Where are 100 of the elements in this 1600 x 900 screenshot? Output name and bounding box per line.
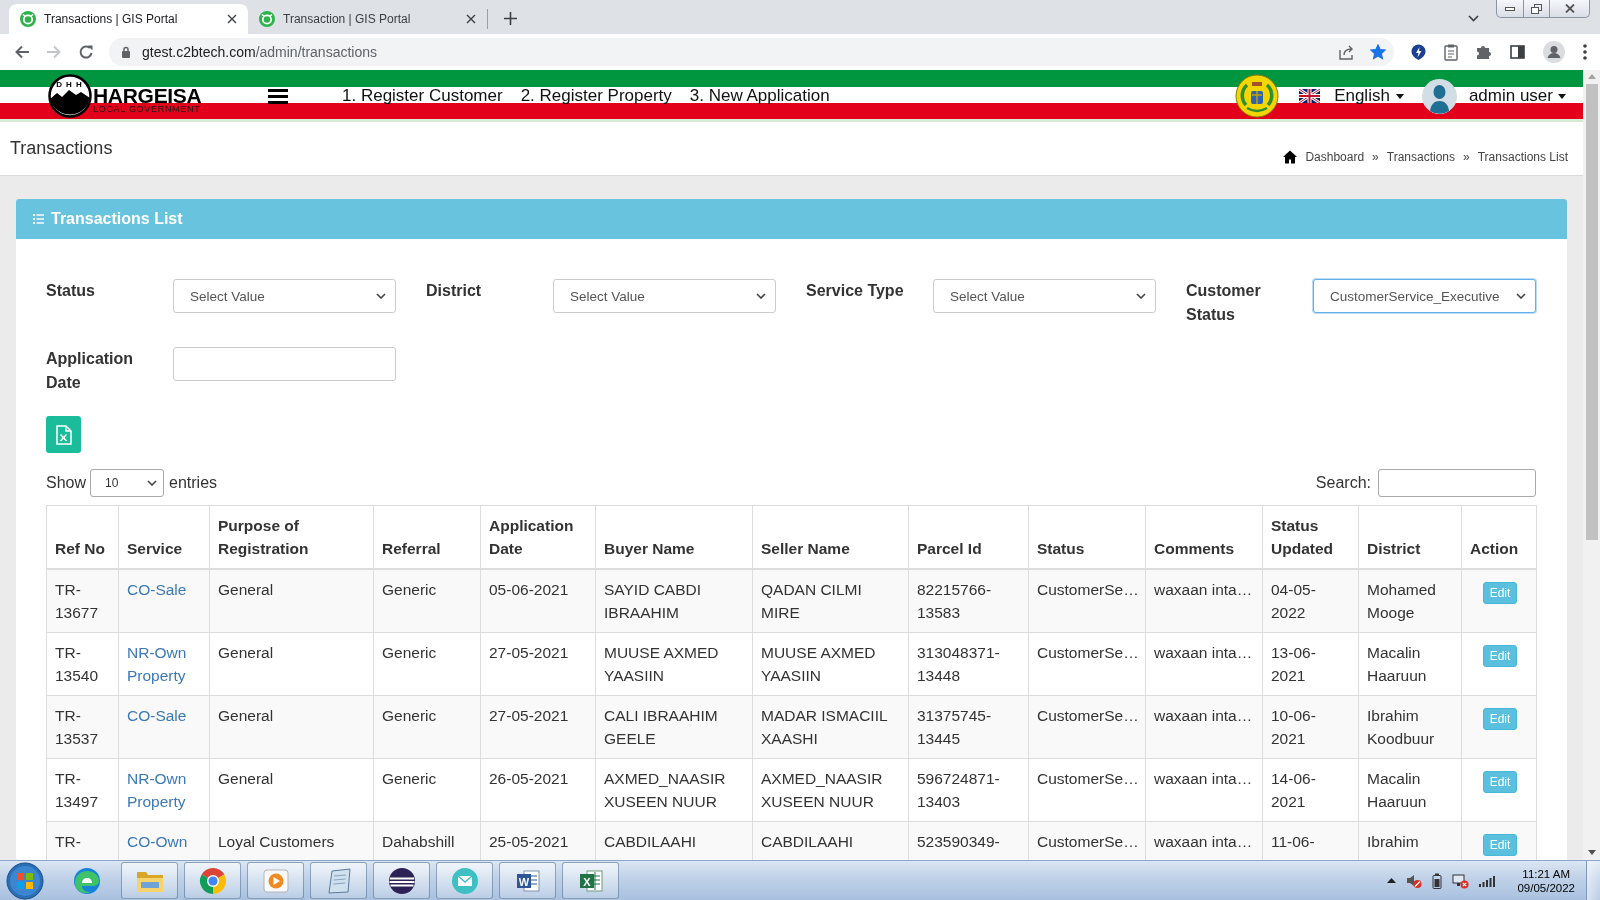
breadcrumb-link[interactable]: Dashboard — [1305, 149, 1365, 165]
star-icon[interactable] — [1370, 44, 1386, 60]
breadcrumb-separator: » — [1372, 149, 1379, 165]
table-cell: CustomerSe… — [1028, 758, 1146, 822]
battery-icon[interactable] — [1432, 872, 1443, 889]
notebook-icon — [325, 867, 352, 894]
scrollbar-thumb[interactable] — [1585, 84, 1598, 540]
browser-tab[interactable]: Transactions | GIS Portal — [9, 4, 248, 34]
chevron-down-icon — [756, 293, 766, 299]
profile-icon[interactable] — [1543, 41, 1565, 63]
table-cell: TR-13677 — [46, 569, 119, 633]
table-cell: 27-05-2021 — [480, 695, 596, 759]
round-logo-icon — [259, 11, 275, 27]
menu-icon[interactable] — [268, 88, 288, 104]
table-cell: CustomerSe… — [1028, 569, 1146, 633]
table-cell: 596724871-13403 — [908, 758, 1029, 822]
table-cell: 82215766-13583 — [908, 569, 1029, 633]
breadcrumb-link[interactable]: Transactions — [1386, 149, 1456, 165]
share-icon[interactable] — [1338, 44, 1354, 60]
table-cell: waxaan inta… — [1145, 695, 1263, 759]
nav-link[interactable]: 3. New Application — [689, 86, 830, 106]
close-icon[interactable] — [227, 14, 237, 24]
caret-icon — [1395, 93, 1404, 99]
scrollbar[interactable] — [1583, 70, 1600, 860]
muted-speaker-icon[interactable] — [1406, 872, 1423, 889]
bolt-icon[interactable] — [1411, 44, 1426, 60]
back-icon[interactable] — [14, 44, 30, 60]
filter-dropdown[interactable]: CustomerService_Executive — [1313, 279, 1536, 313]
show-desktop-button[interactable] — [1586, 861, 1600, 900]
more-icon[interactable] — [1583, 44, 1587, 60]
play-icon — [262, 868, 289, 893]
puzzle-icon[interactable] — [1476, 44, 1492, 60]
table-cell: 14-06-2021 — [1262, 758, 1359, 822]
spreadsheet-icon — [55, 424, 72, 445]
logo-letters: DHH — [56, 79, 86, 89]
page-size-select[interactable]: 10 — [90, 469, 165, 497]
restore-icon — [1531, 3, 1542, 14]
table-cell: 13-06-2021 — [1262, 632, 1359, 696]
table-cell: Generic — [373, 695, 481, 759]
chevron-down-icon[interactable] — [1468, 15, 1479, 22]
current-page-label: Transactions List — [1477, 149, 1568, 165]
filter-dropdown[interactable]: Select Value — [553, 279, 776, 313]
table-cell: CustomerSe… — [1028, 632, 1146, 696]
table-cell: General — [209, 632, 374, 696]
clock-time: 11:21 AM — [1522, 866, 1571, 881]
address-bar[interactable]: gtest.c2btech.com/admin/transactions — [109, 38, 1394, 66]
reload-icon[interactable] — [78, 44, 94, 60]
browser-tab[interactable]: Transaction | GIS Portal — [248, 4, 487, 34]
table-cell: General — [209, 758, 374, 822]
chevron-up-icon[interactable] — [1387, 878, 1397, 883]
nav-link[interactable]: 1. Register Customer — [342, 86, 503, 106]
user-avatar-icon[interactable] — [1421, 78, 1457, 114]
aperture-icon — [198, 866, 227, 895]
taskbar-button[interactable] — [373, 862, 430, 899]
language-dropdown[interactable]: English — [1334, 86, 1404, 106]
filter-label: Service Type — [806, 282, 904, 299]
table-cell: Macalin Haaruun — [1358, 632, 1462, 696]
table-cell: AXMED_NAASIR XUSEEN NUUR — [752, 758, 909, 822]
show-label: Show — [46, 474, 87, 492]
plus-icon[interactable] — [504, 12, 517, 25]
table-cell: MADAR ISMACIIL XAASHI — [752, 695, 909, 759]
table-cell: TR-13537 — [46, 695, 119, 759]
table-cell: AXMED_NAASIR XUSEEN NUUR — [595, 758, 753, 822]
sphere-icon — [387, 866, 416, 895]
table-cell: 05-06-2021 — [480, 569, 596, 633]
table-cell: 10-06-2021 — [1262, 695, 1359, 759]
close-icon — [1564, 4, 1575, 13]
date-field[interactable] — [173, 347, 396, 381]
table-cell: 27-05-2021 — [480, 632, 596, 696]
signal-icon[interactable] — [1479, 874, 1496, 887]
table-cell: Generic — [373, 569, 481, 633]
filter-label: Application Date — [46, 350, 134, 391]
side-panel-icon[interactable] — [1510, 45, 1525, 59]
breadcrumb-separator: » — [1463, 149, 1470, 165]
taskbar-button[interactable]: W — [499, 862, 556, 899]
round-logo-icon — [20, 11, 36, 27]
clock-date: 09/05/2022 — [1517, 880, 1575, 895]
scroll-down-icon[interactable] — [1587, 850, 1596, 855]
table-cell: TR-13540 — [46, 632, 119, 696]
card-title: Transactions List — [51, 210, 183, 228]
filter-dropdown[interactable]: Select Value — [933, 279, 1156, 313]
close-icon[interactable] — [466, 14, 476, 24]
filter-dropdown[interactable]: Select Value — [173, 279, 396, 313]
caret-icon — [1558, 93, 1566, 99]
table-cell: waxaan inta… — [1145, 758, 1263, 822]
chevron-down-icon — [1136, 293, 1146, 299]
home-icon[interactable] — [1283, 150, 1298, 164]
taskbar-button[interactable]: X — [562, 862, 619, 899]
start-button[interactable] — [6, 861, 44, 900]
table-cell: 313048371-13448 — [908, 632, 1029, 696]
network-icon[interactable] — [1452, 872, 1470, 889]
search-field[interactable] — [1378, 469, 1536, 497]
entries-label: entries — [169, 474, 218, 492]
filter-label: Customer Status — [1186, 282, 1261, 323]
logo-subtitle: LOCAL GOVERNMENT — [93, 104, 202, 115]
user-menu[interactable]: admin user — [1468, 86, 1566, 106]
nav-link[interactable]: 2. Register Property — [520, 86, 672, 106]
coat-of-arms-icon — [1235, 74, 1280, 118]
clipboard-icon[interactable] — [1444, 43, 1458, 61]
table-cell: General — [209, 569, 374, 633]
